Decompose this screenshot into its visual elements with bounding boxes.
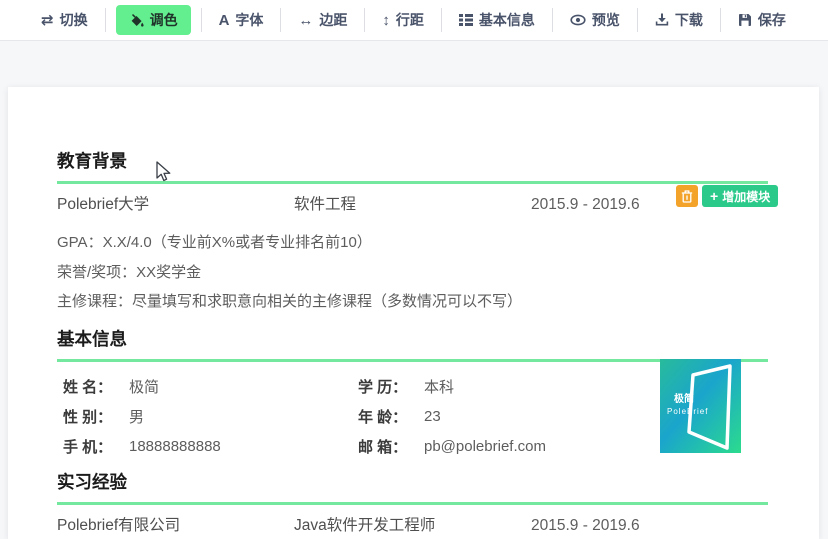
field-degree-label: 学 历： bbox=[358, 379, 408, 396]
section-internship[interactable]: 实习经验 Polebrief有限公司 Java软件开发工程师 2015.9 - … bbox=[57, 470, 768, 535]
toolbar-button-palette-label: 调色 bbox=[149, 12, 178, 28]
margin-icon: ↔ bbox=[298, 11, 314, 29]
toolbar-button-line-height[interactable]: ↕ 行距 bbox=[365, 0, 441, 41]
download-icon bbox=[655, 13, 669, 27]
toolbar-button-download-label: 下载 bbox=[674, 12, 703, 28]
education-detail-courses: 主修课程：尽量填写和求职意向相关的主修课程（多数情况可以不写） bbox=[57, 293, 523, 310]
logo-text-en: PoleBrief bbox=[667, 407, 708, 416]
internship-role: Java软件开发工程师 bbox=[294, 516, 436, 534]
field-email-value: pb@polebrief.com bbox=[424, 438, 546, 455]
save-icon bbox=[738, 13, 752, 27]
education-entry-row[interactable]: Polebrief大学 软件工程 2015.9 - 2019.6 bbox=[57, 196, 768, 214]
basic-info-icon bbox=[458, 13, 473, 27]
field-age-label: 年 龄： bbox=[358, 409, 408, 426]
education-major: 软件工程 bbox=[294, 196, 357, 213]
switch-icon: ⇄ bbox=[41, 11, 54, 29]
toolbar-button-download[interactable]: 下载 bbox=[638, 0, 720, 41]
preview-icon bbox=[570, 13, 586, 27]
internship-period: 2015.9 - 2019.6 bbox=[531, 516, 640, 534]
field-phone: 手 机： 18888888888 bbox=[63, 436, 358, 457]
toolbar-button-font-label: 字体 bbox=[235, 12, 264, 28]
field-name-value: 极简 bbox=[129, 379, 160, 396]
field-phone-value: 18888888888 bbox=[129, 438, 221, 455]
section-title-education: 教育背景 bbox=[57, 149, 768, 184]
avatar[interactable]: 极简 PoleBrief bbox=[660, 359, 741, 453]
education-detail-gpa: GPA：X.X/4.0（专业前X%或者专业排名前10） bbox=[57, 234, 372, 251]
toolbar-button-basic-info-label: 基本信息 bbox=[478, 12, 535, 28]
logo-text-cn: 极简 bbox=[674, 392, 694, 405]
section-education[interactable]: 教育背景 Polebrief大学 软件工程 2015.9 - 2019.6 GP… bbox=[57, 149, 768, 317]
field-name-label: 姓 名： bbox=[63, 379, 113, 396]
toolbar-button-preview[interactable]: 预览 bbox=[553, 0, 637, 41]
toolbar: ⇄ 切换 调色 A 字体 ↔ 边距 ↕ 行距 基本信息 预览 下载 保存 bbox=[0, 0, 828, 41]
line-height-icon: ↕ bbox=[382, 11, 390, 29]
delete-module-button[interactable] bbox=[676, 185, 698, 207]
internship-company: Polebrief有限公司 bbox=[57, 516, 181, 534]
field-gender-label: 性 别： bbox=[63, 409, 113, 426]
font-icon: A bbox=[218, 11, 230, 29]
toolbar-button-font[interactable]: A 字体 bbox=[202, 0, 281, 41]
toolbar-button-switch[interactable]: ⇄ 切换 bbox=[24, 0, 105, 41]
toolbar-button-margin-label: 边距 bbox=[319, 12, 348, 28]
add-module-button[interactable]: + 增加模块 bbox=[702, 185, 779, 207]
education-details: GPA：X.X/4.0（专业前X%或者专业排名前10） 荣誉/奖项：XX奖学金 … bbox=[57, 228, 768, 317]
resume-card: 教育背景 Polebrief大学 软件工程 2015.9 - 2019.6 GP… bbox=[8, 87, 819, 539]
toolbar-button-palette[interactable]: 调色 bbox=[115, 5, 191, 35]
field-email-label: 邮 箱： bbox=[358, 439, 408, 456]
education-detail-honors: 荣誉/奖项：XX奖学金 bbox=[57, 263, 202, 281]
field-age-value: 23 bbox=[424, 408, 441, 425]
field-degree-value: 本科 bbox=[424, 379, 455, 396]
palette-icon bbox=[129, 13, 144, 28]
internship-entry-row[interactable]: Polebrief有限公司 Java软件开发工程师 2015.9 - 2019.… bbox=[57, 517, 768, 535]
toolbar-button-basic-info[interactable]: 基本信息 bbox=[442, 0, 552, 41]
toolbar-button-line-height-label: 行距 bbox=[395, 12, 424, 28]
toolbar-button-save[interactable]: 保存 bbox=[721, 0, 803, 41]
section-title-internship: 实习经验 bbox=[57, 470, 768, 505]
toolbar-button-preview-label: 预览 bbox=[591, 12, 620, 28]
add-module-label: 增加模块 bbox=[722, 189, 771, 204]
toolbar-button-save-label: 保存 bbox=[757, 12, 786, 28]
toolbar-divider bbox=[104, 8, 106, 32]
field-gender: 性 别： 男 bbox=[63, 406, 358, 427]
field-phone-label: 手 机： bbox=[63, 439, 113, 456]
trash-icon bbox=[681, 189, 693, 203]
field-gender-value: 男 bbox=[129, 409, 145, 426]
field-name: 姓 名： 极简 bbox=[63, 376, 358, 397]
module-actions: + 增加模块 bbox=[676, 185, 779, 207]
education-school: Polebrief大学 bbox=[57, 196, 150, 213]
toolbar-button-margin[interactable]: ↔ 边距 bbox=[281, 0, 364, 41]
section-title-basic-info: 基本信息 bbox=[57, 327, 768, 362]
toolbar-button-switch-label: 切换 bbox=[59, 12, 88, 28]
plus-icon: + bbox=[710, 188, 719, 204]
